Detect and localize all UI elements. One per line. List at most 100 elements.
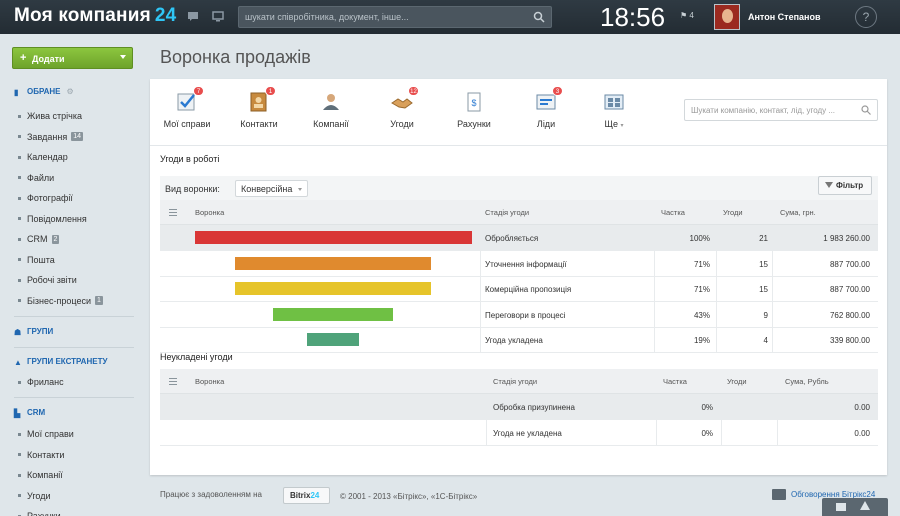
extranet-icon: ▲ xyxy=(14,357,22,367)
nav-my-tasks[interactable]: 7 Мої справи xyxy=(156,86,218,129)
groups-header[interactable]: ☗ ГРУПИ xyxy=(14,327,53,337)
table-row[interactable]: Угода не укладена 0% 0.00 xyxy=(160,419,878,446)
clock[interactable]: 18:56 xyxy=(600,2,665,33)
col-share[interactable]: Частка xyxy=(663,377,687,386)
funnel-type-select[interactable]: Конверсійна xyxy=(235,180,308,197)
username[interactable]: Антон Степанов xyxy=(748,12,820,22)
sidebar-item[interactable]: Мої справи xyxy=(18,429,74,439)
sidebar: + Додати ▮ ОБРАНЕ ⚙ Жива стрічка Завдання… xyxy=(0,34,150,516)
sidebar-item[interactable]: Пошта xyxy=(18,255,55,265)
sidebar-item-label: Контакти xyxy=(27,449,65,460)
crm-nav: 7 Мої справи 1 Контакти Компанії 12 Угод… xyxy=(150,79,887,139)
sidebar-item[interactable]: Фотографії xyxy=(18,193,73,203)
sidebar-item[interactable]: Жива стрічка xyxy=(18,111,82,121)
col-sum[interactable]: Сума, Рубль xyxy=(785,377,829,386)
top-bar: Моя компания24 18:56 ⚑ 4 Антон Степанов … xyxy=(0,0,900,34)
company-logo[interactable]: Моя компания 24 xyxy=(14,5,176,27)
bullet xyxy=(18,237,21,241)
table-row[interactable]: Угода укладена 19% 4 339 800.00 xyxy=(160,327,878,353)
filter-button[interactable]: Фільтр xyxy=(818,176,872,195)
bullet xyxy=(18,135,21,138)
count-badge: 14 xyxy=(71,132,83,141)
cell-stage: Комерційна пропозиція xyxy=(485,285,572,294)
table-row[interactable]: Переговори в процесі 43% 9 762 800.00 xyxy=(160,301,878,328)
sidebar-item[interactable]: Календар xyxy=(18,152,68,162)
col-deals[interactable]: Угоди xyxy=(723,208,743,217)
nav-contacts[interactable]: 1 Контакти xyxy=(228,86,290,129)
sidebar-item-label: Файли xyxy=(27,172,55,183)
bitrix-label: Bitrix xyxy=(290,491,311,500)
col-deals[interactable]: Угоди xyxy=(727,377,747,386)
cell-divider xyxy=(716,276,717,302)
nav-more[interactable]: Ще ▾ xyxy=(583,91,645,129)
col-funnel[interactable]: Воронка xyxy=(195,208,224,217)
monitor-icon[interactable] xyxy=(212,11,224,22)
messages-icon[interactable] xyxy=(836,503,846,511)
global-search-input[interactable] xyxy=(245,10,525,24)
crm-search-input[interactable] xyxy=(691,104,853,117)
sidebar-item[interactable]: Компанії xyxy=(18,470,63,480)
cell-sum: 887 700.00 xyxy=(829,285,870,294)
bullet xyxy=(18,155,21,159)
sidebar-item-label: Пошта xyxy=(27,254,55,265)
search-icon[interactable] xyxy=(861,105,871,115)
nav-deals[interactable]: 12 Угоди xyxy=(371,86,433,129)
count-badge: 1 xyxy=(94,296,103,305)
sidebar-item[interactable]: Угоди xyxy=(18,491,50,501)
bullet xyxy=(18,278,21,282)
nav-label-more: Ще ▾ xyxy=(583,119,645,129)
cell-divider xyxy=(480,276,481,302)
help-icon[interactable]: ? xyxy=(855,6,877,28)
bitrix-badge[interactable]: Bitrix24 xyxy=(283,487,330,504)
sidebar-item[interactable]: Робочі звіти xyxy=(18,275,77,285)
crm-header[interactable]: ▙ CRM xyxy=(14,408,45,418)
sidebar-item-label: Компанії xyxy=(27,470,63,480)
nav-invoices[interactable]: $ Рахунки xyxy=(443,91,505,129)
crm-search[interactable] xyxy=(684,99,878,121)
settings-icon[interactable]: ⚙ xyxy=(67,87,74,96)
global-search[interactable] xyxy=(238,6,552,28)
sidebar-item-label: Мої справи xyxy=(27,429,74,439)
col-funnel[interactable]: Воронка xyxy=(195,377,224,386)
sidebar-item-label: Календар xyxy=(27,152,68,162)
extranet-header[interactable]: ▲ ГРУПИ ЕКСТРАНЕТУ xyxy=(14,357,107,367)
menu-icon[interactable] xyxy=(169,378,181,385)
col-stage[interactable]: Стадія угоди xyxy=(493,377,537,386)
nav-companies[interactable]: Компанії xyxy=(300,91,362,129)
table-row[interactable]: Уточнення інформації 71% 15 887 700.00 xyxy=(160,250,878,277)
notifications-icon[interactable] xyxy=(860,501,870,510)
filter-label: Фільтр xyxy=(836,181,864,190)
sidebar-item-freelance[interactable]: Фриланс xyxy=(18,377,64,387)
sidebar-item[interactable]: CRM 2 xyxy=(18,234,60,244)
sidebar-item[interactable]: Бізнес-процеси 1 xyxy=(18,296,103,306)
sidebar-item[interactable]: Файли xyxy=(18,173,54,183)
page-title: Воронка продажів xyxy=(160,47,311,67)
nav-label: Компанії xyxy=(313,119,349,129)
sidebar-item[interactable]: Рахунки xyxy=(18,511,61,516)
sidebar-item[interactable]: Повідомлення xyxy=(18,214,87,224)
avatar[interactable] xyxy=(714,4,740,30)
menu-icon[interactable] xyxy=(169,209,181,216)
logo-text: Моя компания xyxy=(14,5,151,26)
search-icon[interactable] xyxy=(533,11,545,23)
checklist-icon: 7 xyxy=(176,86,204,113)
bullet xyxy=(18,217,21,220)
funnel-bar xyxy=(194,231,472,244)
favorites-header[interactable]: ▮ ОБРАНЕ ⚙ xyxy=(14,87,74,97)
col-stage[interactable]: Стадія угоди xyxy=(485,208,529,217)
sidebar-item[interactable]: Контакти xyxy=(18,450,64,460)
count-badge: 2 xyxy=(51,234,60,244)
add-button[interactable]: + Додати xyxy=(12,47,133,69)
table-row[interactable]: Обробка призупинена 0% 0.00 xyxy=(160,394,878,420)
table-row[interactable]: Комерційна пропозиція 71% 15 887 700.00 xyxy=(160,276,878,302)
chat-icon[interactable] xyxy=(187,11,199,22)
col-sum[interactable]: Сума, грн. xyxy=(780,208,816,217)
nav-leads[interactable]: 3 Ліди xyxy=(515,86,577,129)
cell-deals: 9 xyxy=(763,310,768,320)
col-share[interactable]: Частка xyxy=(661,208,685,217)
sidebar-item[interactable]: Завдання 14 xyxy=(18,132,83,142)
grid-icon xyxy=(603,91,625,113)
table-row[interactable]: Обробляється 100% 21 1 983 260.00 xyxy=(160,225,878,251)
cell-share: 71% xyxy=(693,285,710,294)
flag-indicator[interactable]: ⚑ 4 xyxy=(680,11,694,20)
